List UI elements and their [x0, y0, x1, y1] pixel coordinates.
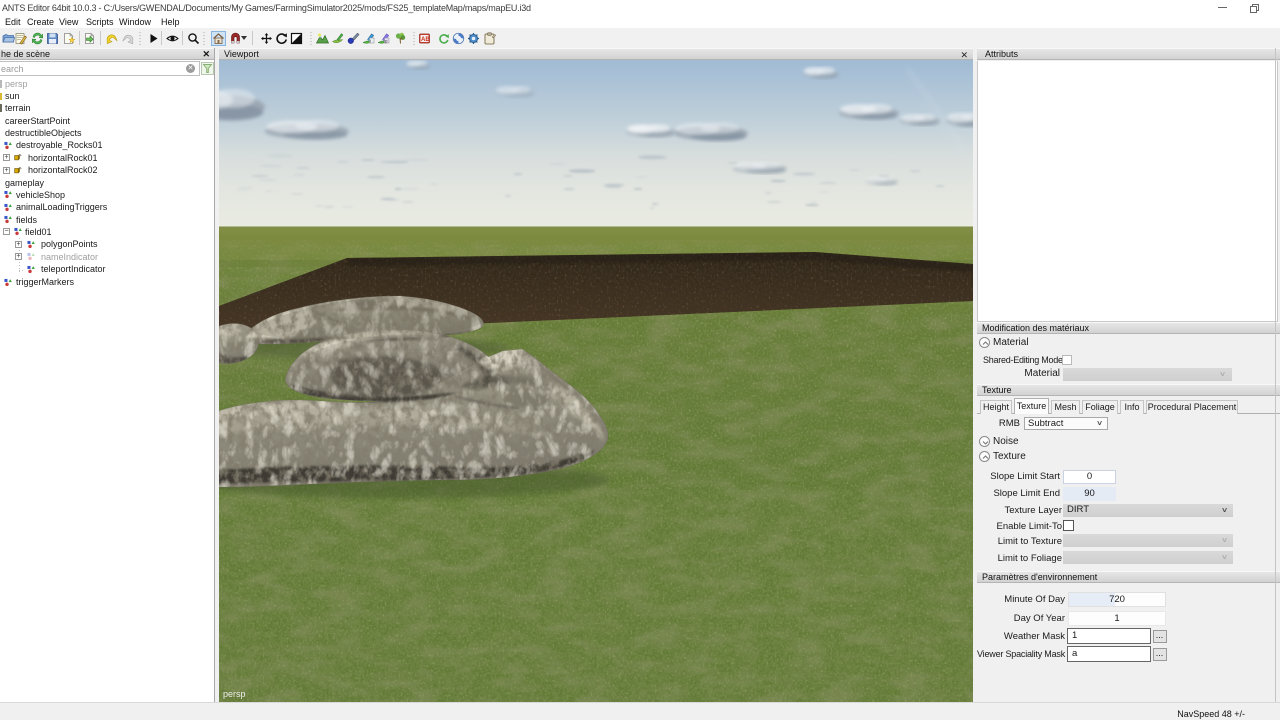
svg-text:persp: persp: [223, 689, 246, 699]
svg-text:i: i: [370, 38, 371, 43]
svg-text:AB: AB: [421, 37, 430, 43]
